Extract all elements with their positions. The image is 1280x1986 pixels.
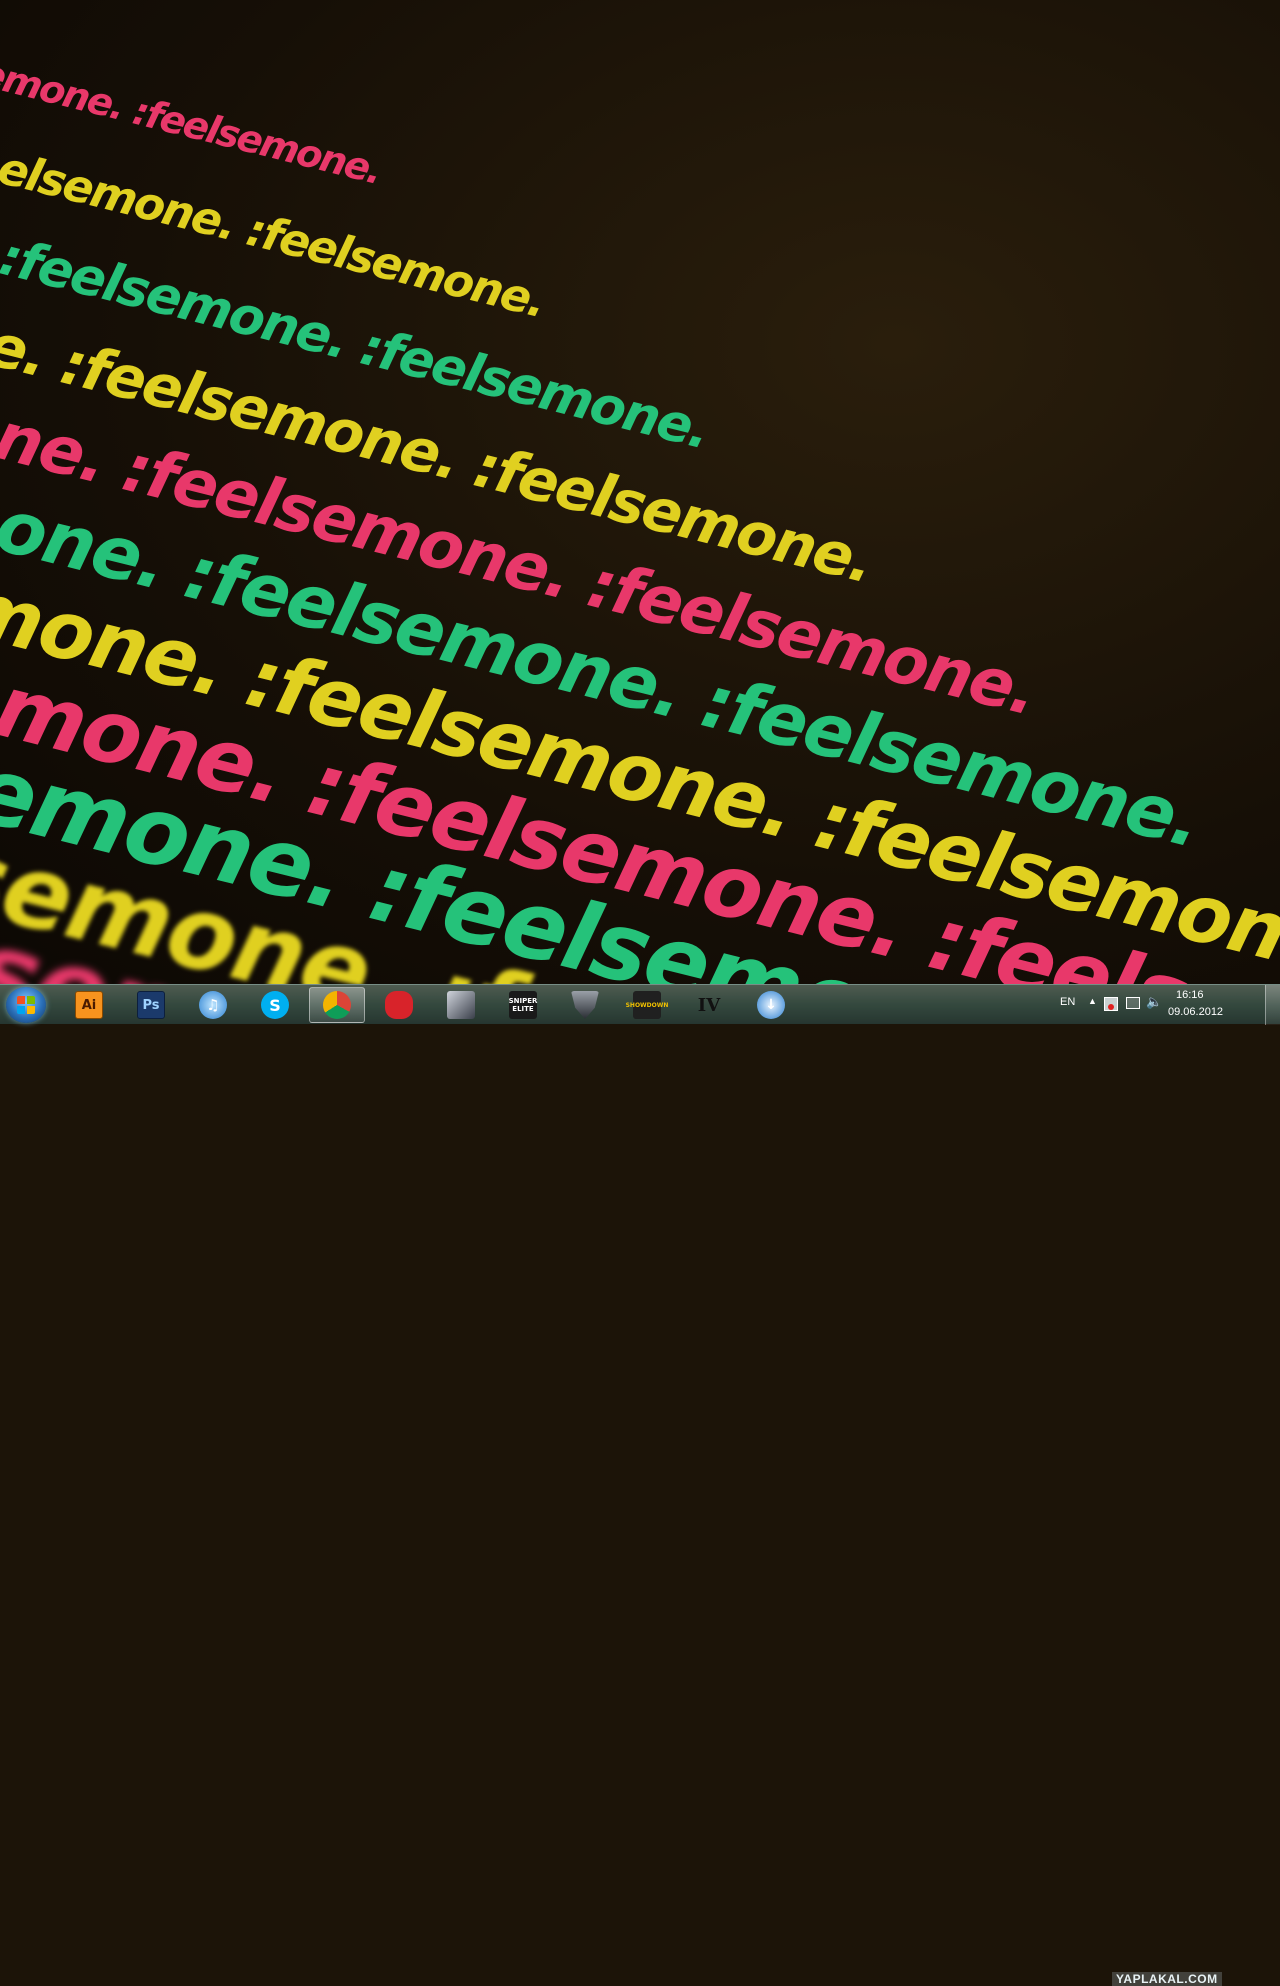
watermark: YAPLAKAL.COM [1112, 1972, 1222, 1986]
taskbar-button-gta-iv[interactable]: IV [681, 987, 737, 1023]
taskbar-button-illustrator[interactable]: Ai [61, 987, 117, 1023]
volume-icon[interactable]: 🔈 [1146, 994, 1162, 1010]
show-hidden-icons-arrow[interactable]: ▲ [1088, 996, 1097, 1006]
itunes-icon: ♫ [199, 991, 227, 1019]
chrome-icon [323, 991, 351, 1019]
show-desktop-button[interactable] [1265, 985, 1280, 1025]
taskbar: Ai Ps ♫ S SNIPER ELITE SHOWDOWN IV ↓ EN ▲ 🔈 16:… [0, 984, 1280, 1986]
taskbar-button-chrome[interactable] [309, 987, 365, 1023]
system-tray: EN ▲ 🔈 16:16 09.06.2012 [1044, 985, 1280, 1025]
taskbar-button-sniper-elite[interactable]: SNIPER ELITE [495, 987, 551, 1023]
taskbar-button-skype[interactable]: S [247, 987, 303, 1023]
gta-iv-icon: IV [697, 994, 721, 1016]
taskbar-button-game-mask[interactable] [433, 987, 489, 1023]
adobe-illustrator-icon: Ai [75, 991, 103, 1019]
game-emblem-icon [571, 991, 599, 1019]
taskbar-button-itunes[interactable]: ♫ [185, 987, 241, 1023]
alert-icon [1108, 1004, 1114, 1010]
taskbar-button-downloader[interactable]: ↓ [743, 987, 799, 1023]
windows-logo-icon [17, 996, 35, 1014]
clock-time[interactable]: 16:16 [1176, 989, 1204, 1001]
adobe-photoshop-icon: Ps [137, 991, 165, 1019]
download-icon: ↓ [757, 991, 785, 1019]
sniper-elite-icon: SNIPER ELITE [509, 991, 537, 1019]
taskbar-button-showdown[interactable]: SHOWDOWN [619, 987, 675, 1023]
network-icon[interactable] [1126, 997, 1140, 1009]
clock-date[interactable]: 09.06.2012 [1168, 1006, 1223, 1018]
angry-birds-icon [385, 991, 413, 1019]
start-button[interactable] [6, 987, 46, 1023]
game-icon [447, 991, 475, 1019]
taskbar-button-warframe[interactable] [557, 987, 613, 1023]
showdown-icon: SHOWDOWN [626, 991, 668, 1019]
taskbar-button-photoshop[interactable]: Ps [123, 987, 179, 1023]
language-indicator[interactable]: EN [1060, 996, 1075, 1008]
skype-icon: S [261, 991, 289, 1019]
desktop-wallpaper: :feelsemone. :feelsemone. :feelsemone.:f… [0, 0, 1280, 984]
taskbar-button-angry-birds[interactable] [371, 987, 427, 1023]
